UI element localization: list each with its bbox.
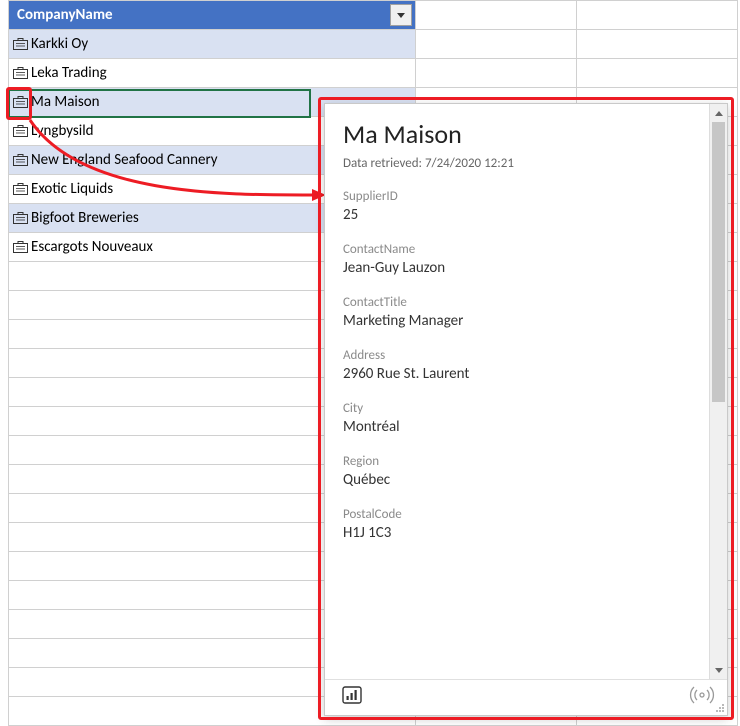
column-header-label: CompanyName — [17, 6, 113, 24]
resize-grip-icon[interactable] — [715, 703, 725, 713]
field-value: H1J 1C3 — [343, 524, 709, 542]
cell-value: Ma Maison — [31, 93, 100, 111]
chart-icon[interactable] — [341, 684, 363, 711]
empty-cell[interactable] — [576, 1, 737, 30]
cell-value: Bigfoot Breweries — [31, 209, 139, 227]
record-icon — [13, 212, 28, 224]
empty-cell[interactable] — [576, 59, 737, 88]
empty-cell[interactable] — [415, 1, 576, 30]
field-value: 2960 Rue St. Laurent — [343, 365, 709, 383]
field-value: Montréal — [343, 418, 709, 436]
field-label: Address — [343, 348, 709, 363]
filter-dropdown-button[interactable] — [390, 4, 412, 26]
field-label: City — [343, 401, 709, 416]
empty-cell[interactable] — [576, 30, 737, 59]
empty-cell[interactable] — [415, 59, 576, 88]
cell-value: New England Seafood Cannery — [31, 151, 218, 169]
record-icon — [13, 96, 28, 108]
field-postalcode: PostalCode H1J 1C3 — [343, 507, 709, 542]
field-label: PostalCode — [343, 507, 709, 522]
cell-value: Lyngbysild — [31, 122, 94, 140]
record-icon — [13, 241, 28, 253]
data-cell[interactable]: Leka Trading — [9, 59, 415, 87]
field-label: ContactName — [343, 242, 709, 257]
field-address: Address 2960 Rue St. Laurent — [343, 348, 709, 383]
field-region: Region Québec — [343, 454, 709, 489]
scroll-down-button[interactable] — [710, 661, 727, 679]
field-value: Jean-Guy Lauzon — [343, 259, 709, 277]
card-scrollbar[interactable] — [709, 104, 727, 679]
field-supplierid: SupplierID 25 — [343, 189, 709, 224]
cell-value: Exotic Liquids — [31, 180, 113, 198]
column-header-companyname[interactable]: CompanyName — [9, 1, 416, 30]
retrieved-value: 7/24/2020 12:21 — [425, 156, 514, 171]
field-contacttitle: ContactTitle Marketing Manager — [343, 295, 709, 330]
record-icon — [13, 67, 28, 79]
empty-cell[interactable] — [415, 30, 576, 59]
data-type-card: Ma Maison Data retrieved: 7/24/2020 12:2… — [324, 103, 728, 716]
retrieved-prefix: Data retrieved: — [343, 156, 425, 171]
field-label: Region — [343, 454, 709, 469]
record-icon — [13, 183, 28, 195]
record-icon — [13, 154, 28, 166]
broadcast-icon[interactable] — [689, 685, 715, 710]
field-contactname: ContactName Jean-Guy Lauzon — [343, 242, 709, 277]
cell-value: Leka Trading — [31, 64, 107, 82]
card-title: Ma Maison — [343, 118, 709, 150]
cell-value: Karkki Oy — [31, 35, 88, 53]
field-city: City Montréal — [343, 401, 709, 436]
field-value: Québec — [343, 471, 709, 489]
field-value: Marketing Manager — [343, 312, 709, 330]
card-footer — [325, 679, 727, 715]
cell-value: Escargots Nouveaux — [31, 238, 153, 256]
scroll-up-button[interactable] — [710, 104, 727, 122]
scroll-track[interactable] — [710, 122, 727, 661]
record-icon — [13, 38, 28, 50]
scroll-thumb[interactable] — [712, 122, 725, 402]
data-cell[interactable]: Karkki Oy — [9, 30, 415, 58]
field-label: SupplierID — [343, 189, 709, 204]
card-retrieved-line: Data retrieved: 7/24/2020 12:21 — [343, 156, 709, 171]
record-icon — [13, 125, 28, 137]
field-value: 25 — [343, 206, 709, 224]
field-label: ContactTitle — [343, 295, 709, 310]
